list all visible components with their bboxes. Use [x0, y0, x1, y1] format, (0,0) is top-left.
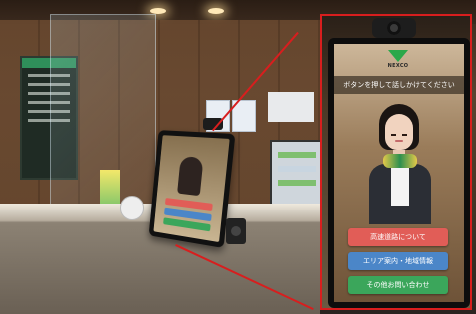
prompt-banner: ボタンを押して話しかけてください — [334, 76, 464, 94]
small-robot — [120, 196, 144, 220]
kiosk-tablet-small — [148, 130, 236, 249]
camera-lens-icon — [387, 21, 401, 35]
area-info-button[interactable]: エリア案内・地域情報 — [348, 252, 448, 270]
kiosk-screen: NEXCO ボタンを押して話しかけてください 高速道路について エリア案内・地域… — [334, 44, 464, 302]
logo-text: NEXCO — [387, 63, 409, 69]
zoom-panel: NEXCO ボタンを押して話しかけてください 高速道路について エリア案内・地域… — [320, 14, 472, 310]
avatar-agent — [369, 104, 431, 224]
kiosk-tablet: NEXCO ボタンを押して話しかけてください 高速道路について エリア案内・地域… — [328, 38, 470, 308]
speaker — [226, 218, 246, 244]
nexco-mark-icon — [388, 50, 408, 62]
other-inquiry-button[interactable]: その他お問い合わせ — [348, 276, 448, 294]
highway-info-button[interactable]: 高速道路について — [348, 228, 448, 246]
nexco-sign — [268, 92, 314, 122]
webcam — [372, 18, 416, 38]
ceiling-light — [208, 8, 224, 14]
photo-scene: NEXCO ボタンを押して話しかけてください 高速道路について エリア案内・地域… — [0, 0, 476, 314]
nexco-logo: NEXCO — [380, 50, 416, 72]
scarf — [383, 154, 417, 168]
